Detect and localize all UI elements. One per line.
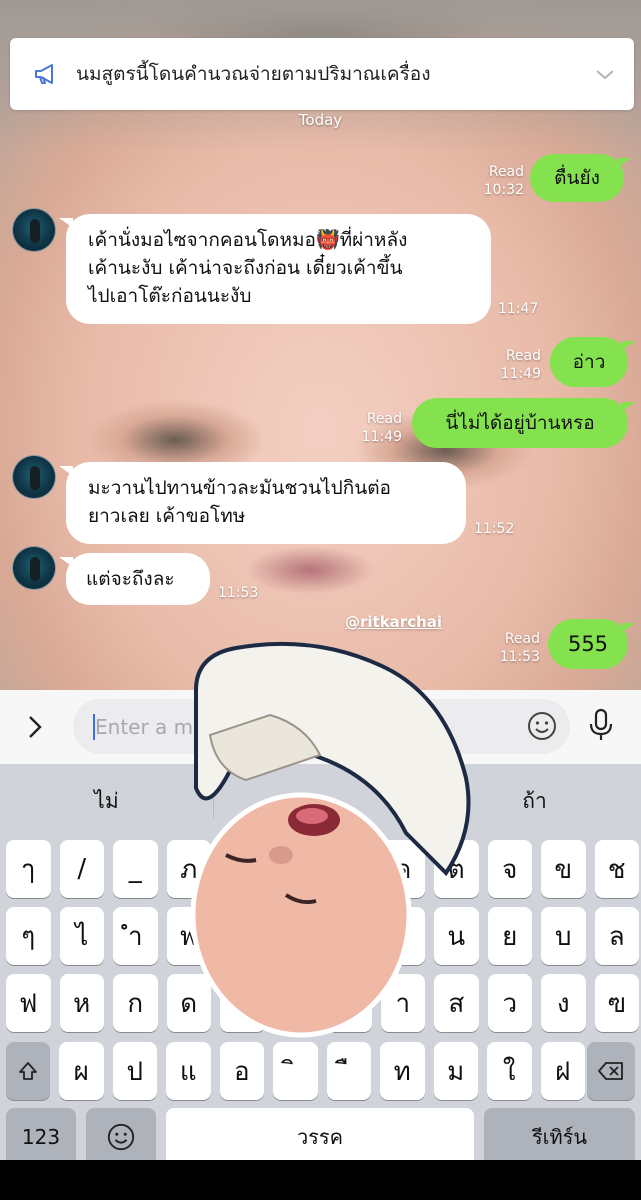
message-time: 11:47 [498, 301, 539, 317]
message-meta: Read 11:49 [361, 411, 402, 445]
outgoing-message[interactable]: 555 [548, 619, 635, 669]
emoji-icon[interactable] [526, 710, 558, 742]
key[interactable]: จ [487, 840, 532, 898]
key[interactable]: อ [219, 1042, 264, 1100]
key[interactable]: ช [594, 840, 639, 898]
announcement-bar[interactable]: นมสูตรนี้โดนคำนวณจ่ายตามปริมาณเครื่อง [10, 38, 634, 110]
key[interactable]: แ [166, 1042, 211, 1100]
outgoing-message[interactable]: นี่ไม่ได้อยู่บ้านหรอ [412, 398, 635, 448]
suggestion-item[interactable]: ไม่ [0, 785, 213, 818]
key[interactable]: ำ [113, 907, 158, 965]
return-key[interactable]: รีเทิร์น [484, 1108, 635, 1166]
key[interactable]: ฃ [594, 974, 639, 1032]
message-time: 11:52 [474, 521, 515, 537]
bottom-bar [0, 1160, 641, 1200]
shift-key[interactable] [6, 1042, 50, 1100]
key[interactable]: ิ [273, 1042, 318, 1100]
text-cursor [93, 714, 95, 740]
message-meta: Read 11:49 [500, 348, 541, 382]
key[interactable]: ล [594, 907, 639, 965]
contact-avatar[interactable] [12, 546, 56, 590]
message-meta: Read 11:53 [499, 631, 540, 665]
key[interactable]: ฝ [540, 1042, 585, 1100]
key[interactable]: ท [380, 1042, 425, 1100]
outgoing-message[interactable]: อ่าว [550, 337, 635, 387]
microphone-icon[interactable] [588, 708, 614, 742]
incoming-message[interactable]: เค้านั่งมอไซจากคอนโดหมอ👹ที่ผ่าหลัง เค้าน… [59, 214, 491, 324]
outgoing-message[interactable]: ตื่นยัง [530, 154, 631, 202]
incoming-message[interactable]: มะวานไปทานข้าวละมันชวนไปกินต่อ ยาวเลย เค… [59, 462, 466, 544]
key[interactable]: ใ [487, 1042, 532, 1100]
key[interactable]: ม [433, 1042, 478, 1100]
shift-icon [19, 1062, 37, 1080]
numbers-key[interactable]: 123 [6, 1108, 76, 1166]
space-key[interactable]: วรรค [166, 1108, 474, 1166]
contact-avatar[interactable] [12, 208, 56, 252]
baby-sticker [190, 641, 471, 1038]
key[interactable]: ก [113, 974, 158, 1032]
incoming-message[interactable]: แต่จะถึงละ [59, 553, 210, 605]
message-time: 11:53 [218, 585, 259, 601]
key[interactable]: บ [541, 907, 586, 965]
key[interactable]: ข [541, 840, 586, 898]
chevron-down-icon[interactable] [594, 63, 616, 85]
key[interactable]: ห [59, 974, 104, 1032]
key[interactable]: / [59, 840, 104, 898]
date-label: Today [298, 111, 343, 129]
announcement-text: นมสูตรนี้โดนคำนวณจ่ายตามปริมาณเครื่อง [76, 63, 431, 85]
key[interactable]: ไ [59, 907, 104, 965]
watermark: @ritkarchai [345, 613, 443, 631]
key[interactable]: ป [112, 1042, 157, 1100]
key[interactable]: _ [113, 840, 158, 898]
backspace-key[interactable] [587, 1042, 635, 1100]
message-meta: Read 10:32 [483, 164, 524, 198]
key[interactable]: ย [487, 907, 532, 965]
key[interactable]: ฟ [6, 974, 51, 1032]
megaphone-icon [35, 64, 53, 84]
key[interactable]: ผ [59, 1042, 104, 1100]
chevron-right-icon[interactable] [22, 714, 48, 740]
key[interactable]: ๅ [6, 840, 51, 898]
key[interactable]: ื [326, 1042, 371, 1100]
contact-avatar[interactable] [12, 455, 56, 499]
emoji-key[interactable] [86, 1108, 156, 1166]
backspace-icon [598, 1062, 623, 1080]
key[interactable]: ง [541, 974, 586, 1032]
key[interactable]: ๆ [6, 907, 51, 965]
emoji-icon [107, 1123, 135, 1151]
key[interactable]: ว [487, 974, 532, 1032]
